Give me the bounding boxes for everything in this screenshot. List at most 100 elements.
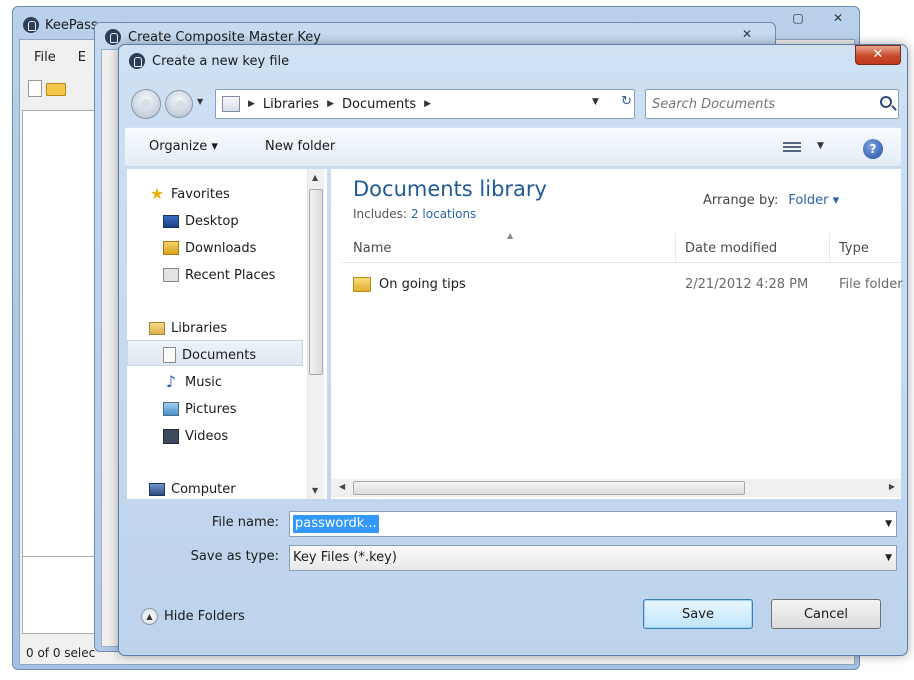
keepass-group-tree[interactable] <box>22 110 100 588</box>
file-scroll-thumb[interactable] <box>353 481 745 495</box>
save-as-type-dropdown-icon[interactable]: ▼ <box>885 553 892 563</box>
file-type: File folder <box>839 277 903 292</box>
scroll-down-icon[interactable]: ▼ <box>312 486 318 495</box>
address-bar[interactable]: ▶ Libraries ▶ Documents ▶ ▼ ↻ <box>215 89 635 119</box>
nav-label: Videos <box>185 428 229 444</box>
nav-vertical-scrollbar[interactable]: ▲ ▼ <box>307 169 324 499</box>
cancel-button[interactable]: Cancel <box>771 599 881 629</box>
documents-icon <box>163 347 176 363</box>
nav-label: Pictures <box>185 401 237 417</box>
locations-link[interactable]: 2 locations <box>411 207 476 221</box>
arrange-by: Arrange by: Folder ▾ <box>703 193 839 208</box>
save-dialog-titlebar: Create a new key file <box>129 53 289 69</box>
chevron-right-icon[interactable]: ▶ <box>327 99 334 109</box>
hide-folders-label: Hide Folders <box>164 609 245 624</box>
file-name-dropdown-icon[interactable]: ▼ <box>885 519 892 529</box>
column-name[interactable]: Name <box>353 241 391 256</box>
desktop-icon <box>163 214 179 228</box>
view-options-dropdown-icon[interactable]: ▼ <box>817 141 824 151</box>
scroll-up-icon[interactable]: ▲ <box>312 173 318 182</box>
library-title: Documents library <box>353 177 547 201</box>
nav-label: Favorites <box>171 186 230 202</box>
nav-item-videos[interactable]: Videos <box>163 425 228 447</box>
keepass-entry-preview <box>22 556 100 634</box>
file-horizontal-scrollbar[interactable]: ◀ ▶ <box>331 479 901 497</box>
breadcrumb-documents[interactable]: Documents <box>342 97 416 112</box>
nav-item-pictures[interactable]: Pictures <box>163 398 236 420</box>
back-button[interactable] <box>131 89 161 119</box>
open-folder-icon[interactable] <box>46 83 66 96</box>
breadcrumb: ▶ Libraries ▶ Documents ▶ <box>248 97 431 112</box>
keepass-lock-icon <box>23 17 39 33</box>
command-bar: Organize ▾ New folder ▼ ? <box>125 127 901 167</box>
folder-icon <box>353 277 371 292</box>
arrange-by-dropdown[interactable]: Folder ▾ <box>788 193 839 208</box>
composite-lock-icon <box>105 29 121 45</box>
help-icon[interactable]: ? <box>863 139 883 159</box>
videos-icon <box>163 428 179 444</box>
recent-places-icon <box>163 268 179 282</box>
nav-item-downloads[interactable]: Downloads <box>163 237 256 259</box>
nav-item-libraries[interactable]: Libraries <box>149 317 227 339</box>
file-name-value[interactable]: passwordk... <box>293 515 379 533</box>
nav-item-computer[interactable]: Computer <box>149 478 236 500</box>
save-dialog-close-button[interactable]: ✕ <box>855 45 901 65</box>
file-name: On going tips <box>379 277 466 292</box>
keepass-titlebar: KeePass <box>23 15 98 35</box>
menu-edit[interactable]: E <box>78 50 86 65</box>
nav-item-recent-places[interactable]: Recent Places <box>163 264 275 286</box>
refresh-icon[interactable]: ↻ <box>621 94 632 109</box>
nav-label: Desktop <box>185 213 239 229</box>
forward-button[interactable] <box>165 90 193 118</box>
computer-icon <box>149 482 165 496</box>
nav-label: Documents <box>182 347 257 363</box>
breadcrumb-libraries[interactable]: Libraries <box>263 97 319 112</box>
composite-key-title: Create Composite Master Key <box>128 29 321 45</box>
column-headers: ▲ Name Date modified Type <box>341 231 901 263</box>
nav-item-favorites[interactable]: ★ Favorites <box>149 183 230 205</box>
column-date-modified[interactable]: Date modified <box>685 241 777 256</box>
menu-file[interactable]: File <box>34 50 56 65</box>
save-dialog-title: Create a new key file <box>152 53 290 69</box>
nav-label: Downloads <box>185 240 257 256</box>
nav-item-music[interactable]: ♪ Music <box>163 371 222 393</box>
nav-label: Libraries <box>171 320 228 336</box>
chevron-right-icon[interactable]: ▶ <box>424 99 431 109</box>
keepass-status: 0 of 0 selec <box>26 646 96 660</box>
arrange-by-label: Arrange by: <box>703 193 779 208</box>
save-as-type-select[interactable]: Key Files (*.key) ▼ <box>289 545 897 571</box>
search-input[interactable] <box>652 91 862 117</box>
nav-scroll-thumb[interactable] <box>309 189 323 375</box>
organize-button[interactable]: Organize ▾ <box>149 139 218 154</box>
file-row[interactable]: On going tips 2/21/2012 4:28 PM File fol… <box>341 273 903 297</box>
search-icon[interactable] <box>880 96 892 108</box>
nav-item-desktop[interactable]: Desktop <box>163 210 239 232</box>
recent-pages-dropdown-icon[interactable]: ▼ <box>197 97 203 106</box>
scroll-left-icon[interactable]: ◀ <box>339 482 345 491</box>
keepass-menubar: File E <box>34 50 86 65</box>
star-icon: ★ <box>149 184 165 203</box>
column-divider[interactable] <box>829 233 830 263</box>
restore-icon[interactable]: ▢ <box>785 9 811 27</box>
nav-item-documents[interactable]: Documents <box>163 344 256 366</box>
save-button[interactable]: Save <box>643 599 753 629</box>
new-database-icon[interactable] <box>28 80 42 97</box>
hide-folders-button[interactable]: ▲ Hide Folders <box>141 608 245 625</box>
column-type[interactable]: Type <box>839 241 869 256</box>
address-history-dropdown-icon[interactable]: ▼ <box>592 97 599 107</box>
composite-close-button[interactable]: ✕ <box>727 25 767 43</box>
search-box <box>645 89 899 119</box>
composite-key-titlebar: Create Composite Master Key <box>105 29 321 45</box>
sort-ascending-icon: ▲ <box>507 231 514 240</box>
column-divider[interactable] <box>675 233 676 263</box>
scroll-right-icon[interactable]: ▶ <box>889 482 895 491</box>
save-dialog-lock-icon <box>129 53 145 69</box>
chevron-right-icon[interactable]: ▶ <box>248 99 255 109</box>
libraries-icon <box>222 96 240 112</box>
close-icon[interactable]: ✕ <box>825 9 851 27</box>
file-list-pane: Documents library Includes: 2 locations A… <box>331 169 903 499</box>
file-name-field[interactable]: passwordk... ▼ <box>289 511 897 537</box>
change-view-icon[interactable] <box>783 140 801 154</box>
libraries-folder-icon <box>149 321 165 335</box>
new-folder-button[interactable]: New folder <box>265 139 335 154</box>
